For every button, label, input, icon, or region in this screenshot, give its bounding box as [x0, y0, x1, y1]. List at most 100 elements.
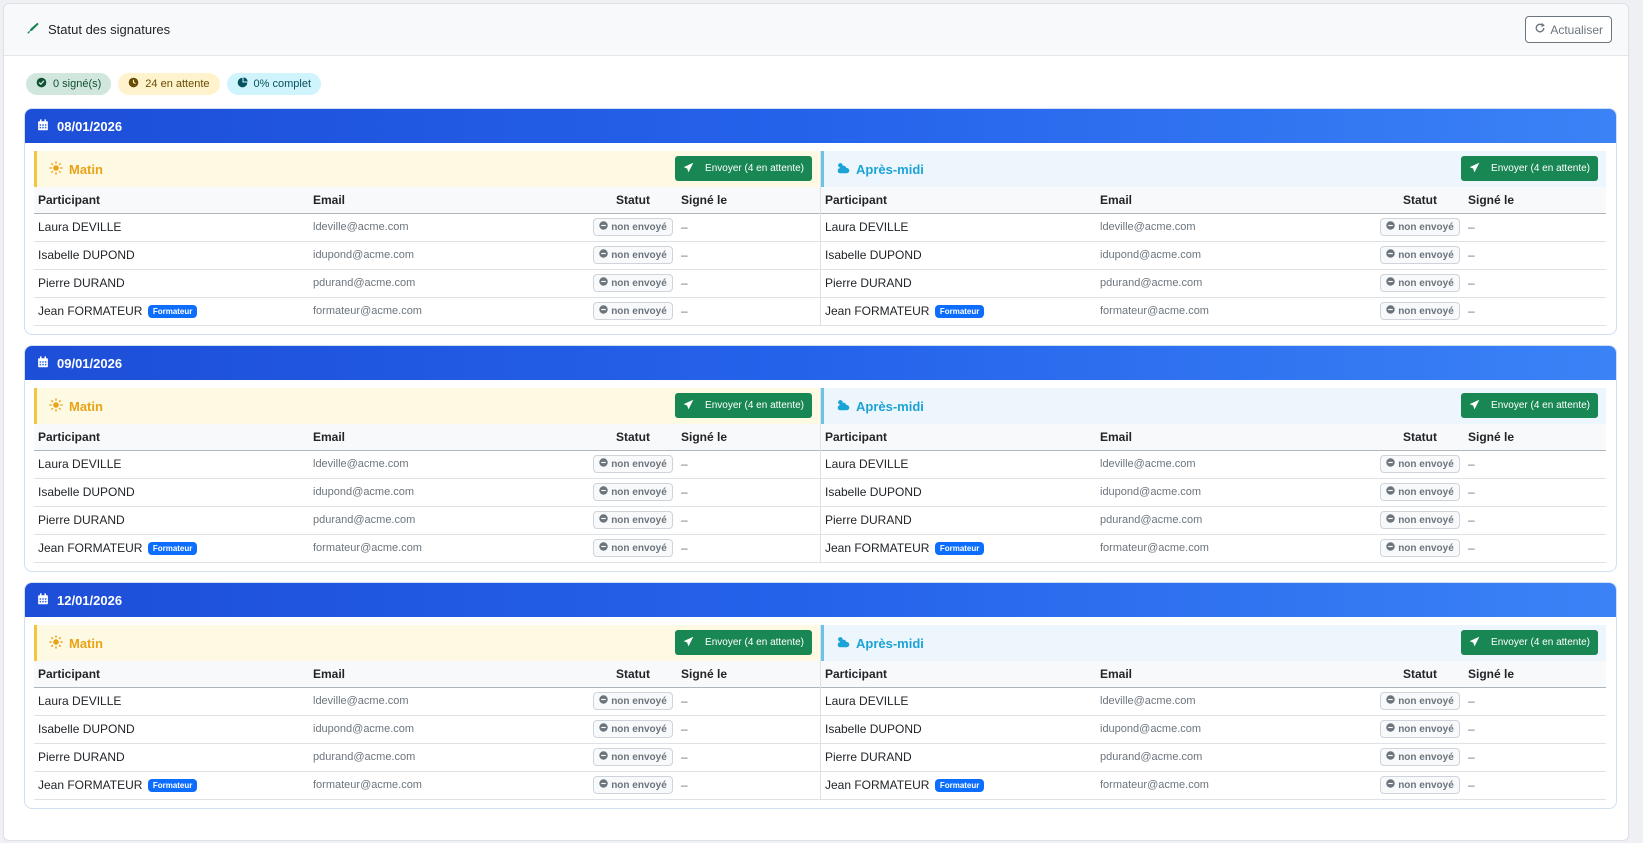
status-text: non envoyé — [611, 221, 667, 233]
status-cell: non envoyé — [1376, 534, 1464, 563]
table-row[interactable]: Laura DEVILLE ldeville@acme.com non envoyé… — [34, 687, 820, 716]
participant-cell: Jean FORMATEUR Formateur — [34, 297, 309, 326]
day-card: 08/01/2026 Matin Envoyer (4 en attente) Par… — [24, 108, 1617, 335]
status-cell: non envoyé — [589, 771, 677, 800]
minus-circle-icon — [1386, 514, 1395, 526]
table-row[interactable]: Jean FORMATEUR Formateur formateur@acme.c… — [821, 534, 1606, 563]
participant-name: Isabelle DUPOND — [38, 485, 135, 499]
send-pending-button[interactable]: Envoyer (4 en attente) — [1461, 393, 1598, 418]
signed-at-cell: – — [677, 743, 820, 772]
email-cell: formateur@acme.com — [1096, 534, 1376, 563]
status-badge: non envoyé — [593, 274, 673, 292]
participant-cell: Laura DEVILLE — [821, 450, 1096, 479]
column-participant: Participant — [34, 661, 309, 688]
day-sessions: Matin Envoyer (4 en attente) Participant Em… — [25, 143, 1616, 334]
status-badge: non envoyé — [1380, 720, 1460, 738]
table-header-row: Participant Email Statut Signé le — [34, 424, 820, 451]
status-badge: non envoyé — [1380, 274, 1460, 292]
table-row[interactable]: Isabelle DUPOND idupond@acme.com non envoy… — [34, 241, 820, 270]
table-row[interactable]: Pierre DURAND pdurand@acme.com non envoyé – — [34, 506, 820, 535]
table-row[interactable]: Laura DEVILLE ldeville@acme.com non envoyé… — [34, 213, 820, 242]
page-title: Statut des signatures — [26, 21, 170, 38]
table-header-row: Participant Email Statut Signé le — [821, 661, 1606, 688]
send-pending-button[interactable]: Envoyer (4 en attente) — [675, 393, 812, 418]
minus-circle-icon — [599, 277, 608, 289]
status-text: non envoyé — [611, 514, 667, 526]
table-row[interactable]: Isabelle DUPOND idupond@acme.com non envoy… — [34, 715, 820, 744]
table-row[interactable]: Isabelle DUPOND idupond@acme.com non envoy… — [821, 715, 1606, 744]
morning-section: Matin Envoyer (4 en attente) Participant Em… — [34, 388, 820, 563]
participant-name: Pierre DURAND — [38, 276, 125, 290]
status-cell: non envoyé — [589, 478, 677, 507]
morning-header: Matin Envoyer (4 en attente) — [34, 625, 820, 661]
table-row[interactable]: Jean FORMATEUR Formateur formateur@acme.c… — [34, 297, 820, 326]
table-row[interactable]: Jean FORMATEUR Formateur formateur@acme.c… — [821, 297, 1606, 326]
day-date: 08/01/2026 — [57, 118, 123, 134]
email-cell: idupond@acme.com — [1096, 478, 1376, 507]
table-header-row: Participant Email Statut Signé le — [34, 187, 820, 214]
morning-header: Matin Envoyer (4 en attente) — [34, 151, 820, 187]
signature-table: Participant Email Statut Signé le Laura DEVI… — [821, 661, 1606, 800]
email-cell: formateur@acme.com — [309, 297, 589, 326]
column-email: Email — [309, 187, 589, 214]
table-row[interactable]: Pierre DURAND pdurand@acme.com non envoyé – — [821, 743, 1606, 772]
table-row[interactable]: Pierre DURAND pdurand@acme.com non envoyé – — [821, 269, 1606, 298]
participant-name: Laura DEVILLE — [825, 694, 909, 708]
status-badge: non envoyé — [593, 483, 673, 501]
signed-at-cell: – — [677, 687, 820, 716]
column-participant: Participant — [34, 424, 309, 451]
afternoon-section: Après-midi Envoyer (4 en attente) Particip… — [820, 388, 1606, 563]
table-row[interactable]: Isabelle DUPOND idupond@acme.com non envoy… — [821, 478, 1606, 507]
table-row[interactable]: Laura DEVILLE ldeville@acme.com non envoyé… — [821, 687, 1606, 716]
signed-at-cell: – — [677, 715, 820, 744]
signed-at-cell: – — [1464, 506, 1606, 535]
signed-at-cell: – — [677, 297, 820, 326]
email-cell: formateur@acme.com — [309, 771, 589, 800]
signed-at-cell: – — [677, 771, 820, 800]
send-label: Envoyer (4 en attente) — [705, 400, 804, 411]
participant-name: Isabelle DUPOND — [825, 248, 922, 262]
refresh-button[interactable]: Actualiser — [1525, 16, 1612, 43]
status-badge: non envoyé — [593, 539, 673, 557]
signed-at-cell: – — [1464, 687, 1606, 716]
minus-circle-icon — [1386, 723, 1395, 735]
participant-cell: Jean FORMATEUR Formateur — [34, 534, 309, 563]
table-row[interactable]: Laura DEVILLE ldeville@acme.com non envoyé… — [821, 450, 1606, 479]
participant-cell: Isabelle DUPOND — [821, 241, 1096, 270]
send-pending-button[interactable]: Envoyer (4 en attente) — [1461, 156, 1598, 181]
table-row[interactable]: Isabelle DUPOND idupond@acme.com non envoy… — [821, 241, 1606, 270]
afternoon-header: Après-midi Envoyer (4 en attente) — [821, 388, 1606, 424]
minus-circle-icon — [599, 249, 608, 261]
table-row[interactable]: Isabelle DUPOND idupond@acme.com non envoy… — [34, 478, 820, 507]
status-badge: non envoyé — [593, 776, 673, 794]
send-pending-button[interactable]: Envoyer (4 en attente) — [675, 630, 812, 655]
table-row[interactable]: Jean FORMATEUR Formateur formateur@acme.c… — [34, 771, 820, 800]
status-text: non envoyé — [1398, 751, 1454, 763]
table-row[interactable]: Pierre DURAND pdurand@acme.com non envoyé – — [821, 506, 1606, 535]
status-badge: non envoyé — [1380, 246, 1460, 264]
table-row[interactable]: Pierre DURAND pdurand@acme.com non envoyé – — [34, 269, 820, 298]
status-cell: non envoyé — [1376, 213, 1464, 242]
send-pending-button[interactable]: Envoyer (4 en attente) — [1461, 630, 1598, 655]
minus-circle-icon — [1386, 695, 1395, 707]
table-row[interactable]: Jean FORMATEUR Formateur formateur@acme.c… — [821, 771, 1606, 800]
participant-cell: Laura DEVILLE — [821, 687, 1096, 716]
column-status: Statut — [1376, 424, 1464, 451]
status-badge: non envoyé — [593, 692, 673, 710]
table-row[interactable]: Jean FORMATEUR Formateur formateur@acme.c… — [34, 534, 820, 563]
column-email: Email — [309, 661, 589, 688]
table-row[interactable]: Laura DEVILLE ldeville@acme.com non envoyé… — [34, 450, 820, 479]
afternoon-label: Après-midi — [856, 398, 924, 414]
status-cell: non envoyé — [1376, 297, 1464, 326]
status-text: non envoyé — [1398, 486, 1454, 498]
send-pending-button[interactable]: Envoyer (4 en attente) — [675, 156, 812, 181]
afternoon-label: Après-midi — [856, 635, 924, 651]
signed-at-cell: – — [1464, 297, 1606, 326]
table-row[interactable]: Laura DEVILLE ldeville@acme.com non envoyé… — [821, 213, 1606, 242]
column-signed-at: Signé le — [677, 424, 820, 451]
minus-circle-icon — [599, 723, 608, 735]
status-text: non envoyé — [1398, 305, 1454, 317]
participant-name: Isabelle DUPOND — [38, 722, 135, 736]
table-row[interactable]: Pierre DURAND pdurand@acme.com non envoyé – — [34, 743, 820, 772]
table-header-row: Participant Email Statut Signé le — [821, 187, 1606, 214]
